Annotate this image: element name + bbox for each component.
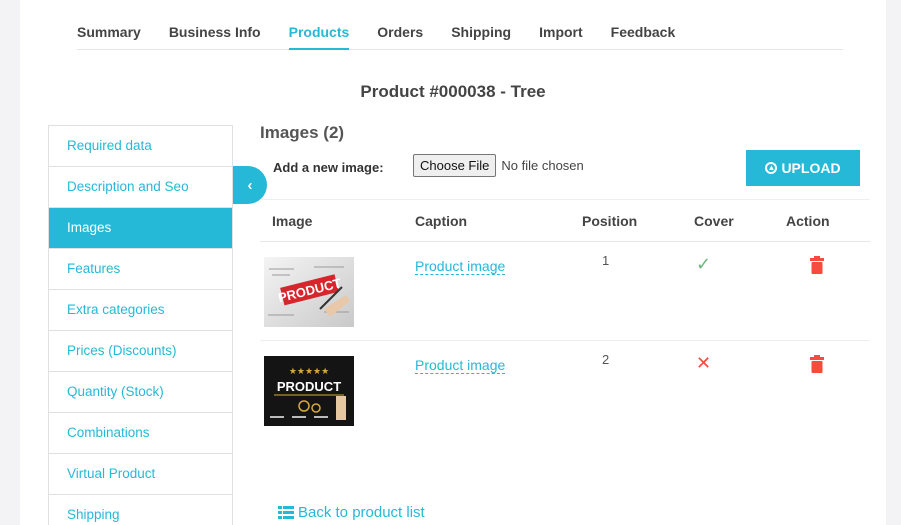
tab-feedback[interactable]: Feedback [611,14,676,48]
chevron-left-icon: ‹ [247,176,253,194]
table-header: Image Caption Position Cover Action [260,200,870,242]
trash-icon[interactable] [810,256,824,274]
back-link-label: Back to product list [298,504,425,521]
table-row: PRODUCT Product image 1 ✓ [260,242,870,341]
images-table: Image Caption Position Cover Action PROD… [260,199,870,440]
upload-circle-icon: ▲ [765,162,778,174]
sidebar-item-combinations[interactable]: Combinations [49,413,232,454]
sidebar-item-virtual-product[interactable]: Virtual Product [49,454,232,495]
tab-summary[interactable]: Summary [77,14,141,48]
upload-label: UPLOAD [781,160,841,176]
no-file-text: No file chosen [501,158,584,173]
header-cover: Cover [694,213,734,229]
sidebar-item-extra-categories[interactable]: Extra categories [49,290,232,331]
sidebar-item-required-data[interactable]: Required data [49,126,232,167]
caption-link[interactable]: Product image [415,357,506,374]
position-value: 1 [602,253,610,268]
file-input: Choose File No file chosen [413,154,584,177]
header-caption: Caption [415,213,468,229]
images-heading: Images (2) [260,123,345,142]
sidebar-item-description-seo[interactable]: Description and Seo [49,167,232,208]
back-to-list-link[interactable]: Back to product list [278,504,425,521]
add-image-label: Add a new image: [273,160,384,175]
sidebar-item-shipping[interactable]: Shipping [49,495,232,525]
upload-button[interactable]: ▲ UPLOAD [746,150,860,186]
position-value: 2 [602,352,610,367]
cover-check-icon[interactable]: ✓ [696,254,711,275]
sidebar-item-features[interactable]: Features [49,249,232,290]
cover-cross-icon[interactable]: ✕ [696,353,711,374]
tab-business-info[interactable]: Business Info [169,14,261,48]
trash-icon[interactable] [810,355,824,373]
product-title: Product #000038 - Tree [360,82,546,101]
main-panel: Summary Business Info Products Orders Sh… [20,0,886,525]
tab-orders[interactable]: Orders [377,14,423,48]
svg-text:★★★★★: ★★★★★ [289,367,329,377]
tab-products[interactable]: Products [288,14,350,50]
caption-link[interactable]: Product image [415,258,506,275]
svg-text:PRODUCT: PRODUCT [277,379,341,394]
sidebar-item-quantity[interactable]: Quantity (Stock) [49,372,232,413]
header-action: Action [786,213,830,229]
product-thumbnail[interactable]: ★★★★★ PRODUCT [264,356,354,426]
list-icon [278,506,294,519]
choose-file-button[interactable]: Choose File [413,154,497,177]
header-position: Position [582,213,638,229]
tab-import[interactable]: Import [539,14,583,48]
tab-shipping[interactable]: Shipping [451,14,511,48]
header-image: Image [272,213,313,229]
sidebar-item-prices[interactable]: Prices (Discounts) [49,331,232,372]
top-tabs: Summary Business Info Products Orders Sh… [77,14,843,50]
table-row: ★★★★★ PRODUCT Product image 2 ✕ [260,341,870,440]
product-thumbnail[interactable]: PRODUCT [264,257,354,327]
sidebar-item-images[interactable]: Images [49,208,232,249]
product-sidebar: Required data Description and Seo Images… [48,125,233,525]
